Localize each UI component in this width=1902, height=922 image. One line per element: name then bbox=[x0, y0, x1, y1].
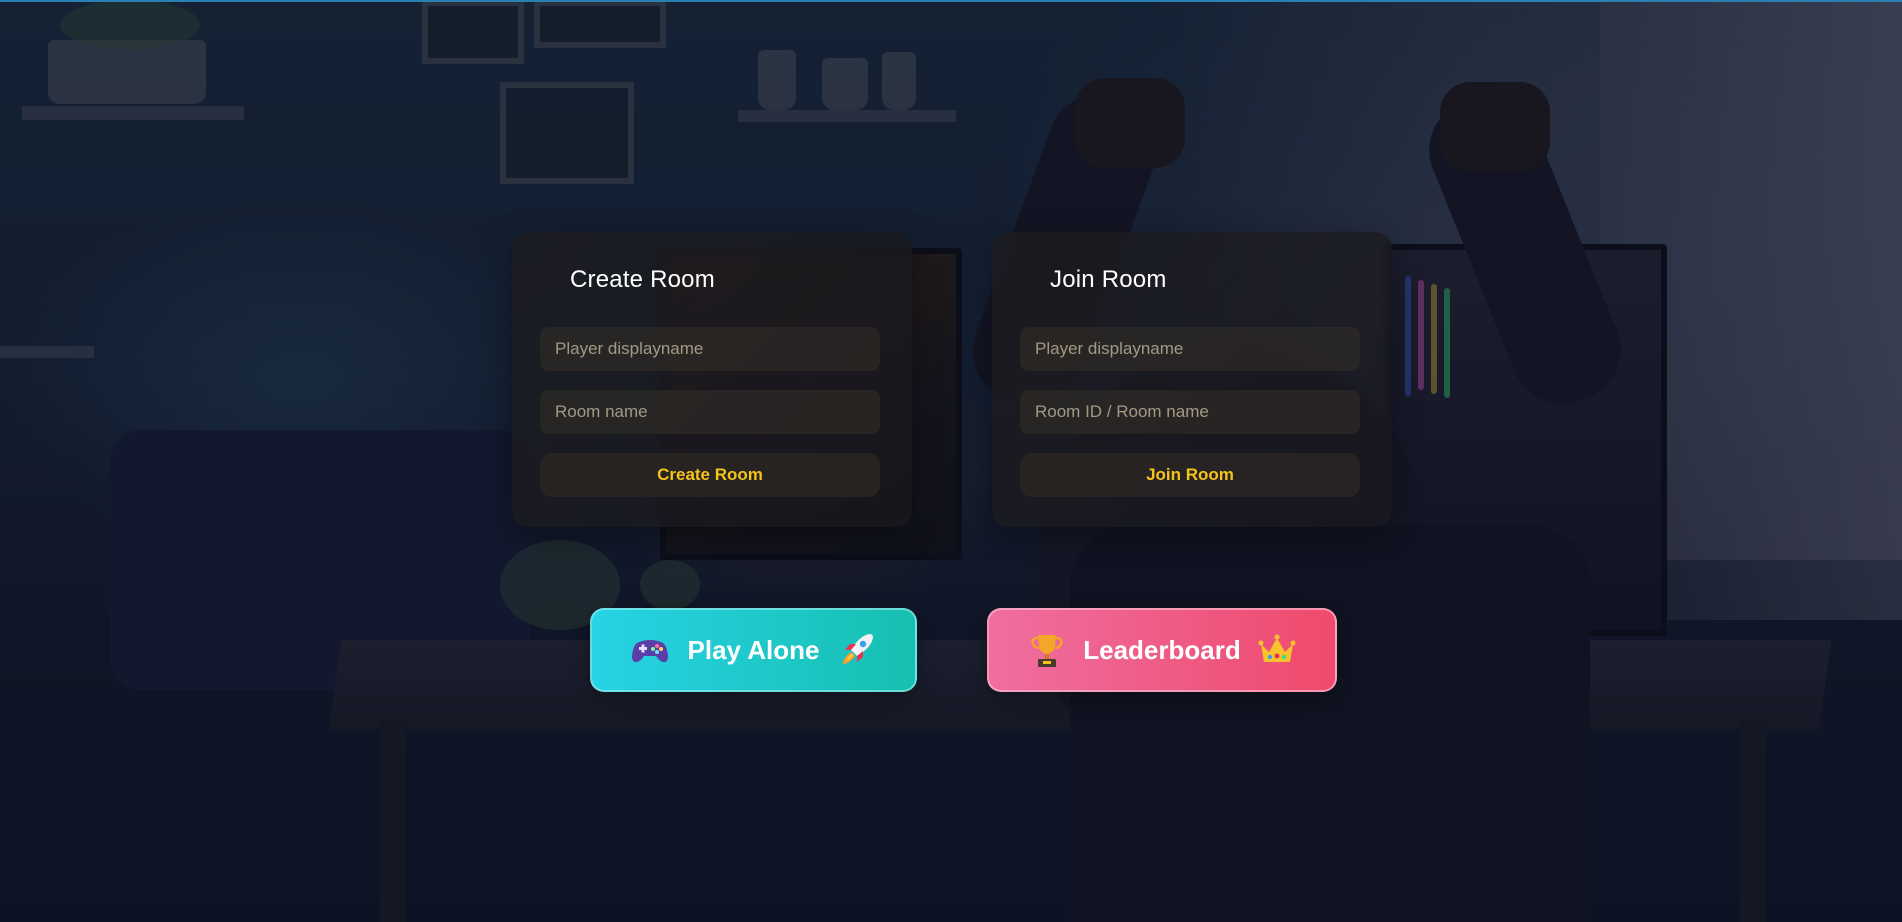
join-room-roomid-input[interactable] bbox=[1020, 390, 1360, 434]
join-room-panel: Join Room Join Room bbox=[992, 232, 1392, 527]
join-room-title: Join Room bbox=[1050, 266, 1167, 293]
gamepad-icon bbox=[630, 630, 670, 670]
play-alone-label: Play Alone bbox=[687, 634, 820, 665]
create-room-panel: Create Room Create Room bbox=[512, 232, 912, 527]
create-room-title: Create Room bbox=[570, 266, 715, 293]
leaderboard-label: Leaderboard bbox=[1083, 634, 1241, 665]
background-dim-overlay bbox=[0, 0, 1902, 922]
play-alone-button[interactable]: Play Alone bbox=[590, 608, 917, 692]
crown-icon bbox=[1257, 630, 1297, 670]
create-room-displayname-input[interactable] bbox=[540, 327, 880, 371]
background-scene bbox=[0, 0, 1902, 922]
create-room-roomname-input[interactable] bbox=[540, 390, 880, 434]
trophy-icon bbox=[1027, 630, 1067, 670]
rocket-icon bbox=[837, 630, 877, 670]
top-accent-line bbox=[0, 0, 1902, 2]
join-room-button[interactable]: Join Room bbox=[1020, 453, 1360, 497]
join-room-displayname-input[interactable] bbox=[1020, 327, 1360, 371]
leaderboard-button[interactable]: Leaderboard bbox=[987, 608, 1337, 692]
create-room-button[interactable]: Create Room bbox=[540, 453, 880, 497]
